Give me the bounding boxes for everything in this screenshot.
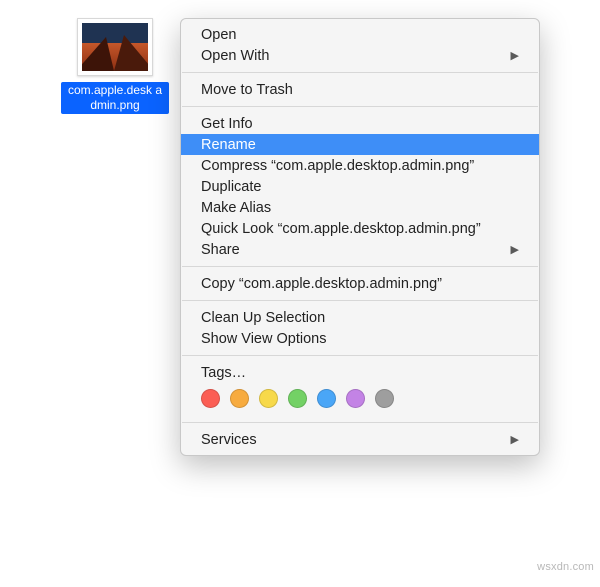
tag-color-6[interactable] [375,389,394,408]
tag-color-4[interactable] [317,389,336,408]
menu-services-label: Services [201,432,257,448]
menu-open-with[interactable]: Open With ▶ [181,45,539,66]
tag-color-2[interactable] [259,389,278,408]
menu-tags[interactable]: Tags… [181,362,539,383]
menu-copy-label: Copy “com.apple.desktop.admin.png” [201,276,442,292]
menu-clean-up-label: Clean Up Selection [201,310,325,326]
menu-move-to-trash-label: Move to Trash [201,82,293,98]
submenu-arrow-icon: ▶ [511,433,519,446]
context-menu: Open Open With ▶ Move to Trash Get Info … [180,18,540,456]
menu-share[interactable]: Share ▶ [181,239,539,260]
menu-move-to-trash[interactable]: Move to Trash [181,79,539,100]
file-thumbnail-frame [77,18,153,76]
menu-separator [182,266,538,267]
tag-color-0[interactable] [201,389,220,408]
menu-view-options[interactable]: Show View Options [181,328,539,349]
menu-clean-up[interactable]: Clean Up Selection [181,307,539,328]
tag-color-5[interactable] [346,389,365,408]
menu-compress-label: Compress “com.apple.desktop.admin.png” [201,158,474,174]
menu-open[interactable]: Open [181,24,539,45]
menu-tags-label: Tags… [201,365,246,381]
menu-quick-look[interactable]: Quick Look “com.apple.desktop.admin.png” [181,218,539,239]
watermark: wsxdn.com [537,561,594,573]
file-thumbnail [82,23,148,71]
file-name-label[interactable]: com.apple.desk admin.png [61,82,169,114]
menu-rename[interactable]: Rename [181,134,539,155]
menu-get-info[interactable]: Get Info [181,113,539,134]
tag-color-1[interactable] [230,389,249,408]
submenu-arrow-icon: ▶ [511,243,519,256]
menu-duplicate[interactable]: Duplicate [181,176,539,197]
tag-color-3[interactable] [288,389,307,408]
menu-share-label: Share [201,242,240,258]
file-item[interactable]: com.apple.desk admin.png [60,18,170,114]
menu-services[interactable]: Services ▶ [181,429,539,450]
menu-separator [182,106,538,107]
menu-view-options-label: Show View Options [201,331,326,347]
menu-separator [182,72,538,73]
menu-copy[interactable]: Copy “com.apple.desktop.admin.png” [181,273,539,294]
menu-quick-look-label: Quick Look “com.apple.desktop.admin.png” [201,221,481,237]
menu-make-alias[interactable]: Make Alias [181,197,539,218]
menu-rename-label: Rename [201,137,256,153]
menu-separator [182,422,538,423]
menu-open-with-label: Open With [201,48,270,64]
menu-duplicate-label: Duplicate [201,179,261,195]
menu-make-alias-label: Make Alias [201,200,271,216]
menu-separator [182,300,538,301]
tags-row [181,383,539,416]
submenu-arrow-icon: ▶ [511,49,519,62]
menu-compress[interactable]: Compress “com.apple.desktop.admin.png” [181,155,539,176]
menu-separator [182,355,538,356]
menu-get-info-label: Get Info [201,116,253,132]
menu-open-label: Open [201,27,236,43]
